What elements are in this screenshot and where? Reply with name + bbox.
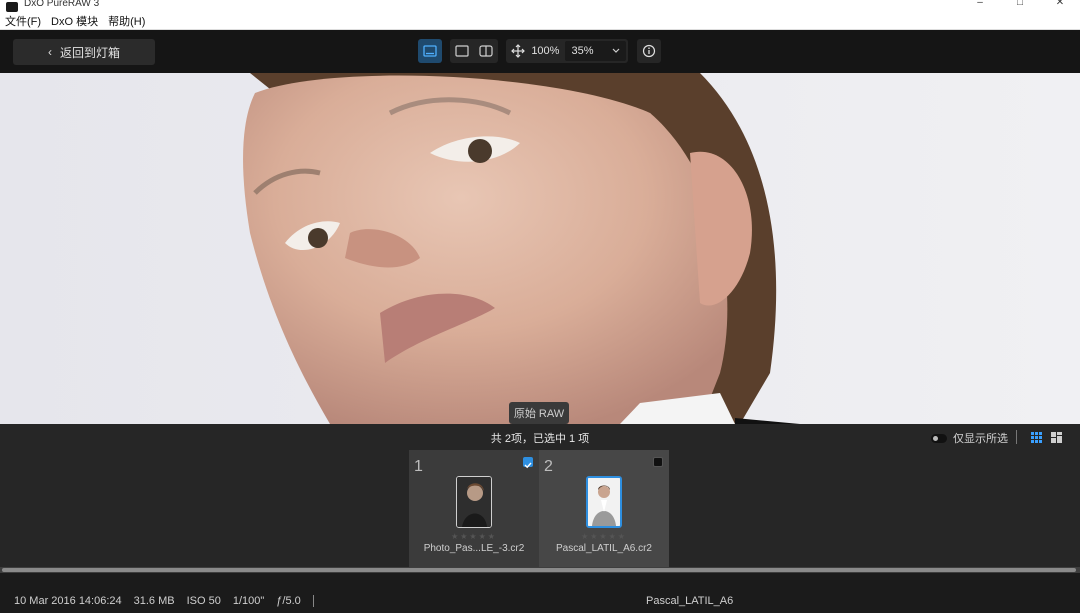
rating-stars[interactable]: ★★★★★ — [539, 532, 669, 541]
info-button[interactable] — [637, 39, 661, 63]
single-view-icon — [423, 45, 437, 57]
capture-date: 10 Mar 2016 14:06:24 — [14, 595, 122, 607]
back-to-lightbox-button[interactable]: ‹ 返回到灯箱 — [13, 39, 155, 65]
move-arrows-icon — [510, 44, 525, 58]
info-icon — [642, 44, 656, 58]
file-size: 31.6 MB — [133, 595, 175, 607]
thumbnail-1[interactable]: 1 ★★★★★ Photo_Pas...LE_-3.cr2 — [409, 450, 539, 567]
pan-button[interactable] — [506, 39, 529, 63]
close-button[interactable]: ✕ — [1040, 0, 1080, 14]
status-bar: 10 Mar 2016 14:06:24 31.6 MB ISO 50 1/10… — [0, 573, 1080, 613]
zoom-select[interactable]: 35% — [565, 41, 626, 61]
mosaic-view-icon[interactable] — [1051, 432, 1062, 443]
scrollbar-thumb[interactable] — [2, 568, 1076, 572]
thumbnail-image — [586, 476, 622, 528]
menu-bar: 文件(F) DxO 模块 帮助(H) — [0, 14, 1080, 30]
thumbnail-number: 2 — [544, 458, 553, 475]
image-metadata: 10 Mar 2016 14:06:24 31.6 MB ISO 50 1/10… — [14, 595, 314, 607]
thumbnail-number: 1 — [414, 458, 423, 475]
single-view-button[interactable] — [418, 39, 442, 63]
iso-value: ISO 50 — [186, 595, 221, 607]
full-view-button[interactable] — [450, 39, 474, 63]
divider — [312, 595, 314, 607]
window-title: DxO PureRAW 3 — [24, 0, 100, 9]
check-icon — [524, 462, 532, 469]
split-compare-icon — [479, 45, 493, 57]
menu-file[interactable]: 文件(F) — [0, 14, 46, 30]
thumbnail-image — [456, 476, 492, 528]
portrait-photo — [0, 73, 1080, 424]
app-icon — [6, 2, 18, 12]
selection-info: 共 2项，已选中 1 项 — [490, 433, 590, 445]
image-viewer[interactable] — [0, 73, 1080, 424]
rating-stars[interactable]: ★★★★★ — [409, 532, 539, 541]
compare-view-button[interactable] — [474, 39, 498, 63]
window-controls: – □ ✕ — [960, 0, 1080, 14]
original-raw-tag: 原始 RAW — [509, 402, 569, 424]
frame-icon — [455, 45, 469, 57]
menu-help[interactable]: 帮助(H) — [103, 14, 150, 30]
checkbox-checked[interactable] — [523, 457, 533, 469]
back-to-lightbox-label: 返回到灯箱 — [59, 45, 120, 60]
divider — [1016, 430, 1017, 444]
thumbnail-filename: Pascal_LATIL_A6.cr2 — [556, 543, 652, 554]
current-image-name: Pascal_LATIL_A6 — [646, 595, 734, 607]
zoom-value: 35% — [571, 45, 594, 57]
title-bar: DxO PureRAW 3 – □ ✕ — [0, 0, 1080, 14]
show-selected-label: 仅显示所选 — [953, 433, 1008, 445]
checkbox-unchecked[interactable] — [653, 457, 663, 467]
chevron-left-icon: ‹ — [47, 45, 52, 59]
minimize-button[interactable]: – — [960, 0, 1000, 14]
aperture-value: ƒ/5.0 — [276, 595, 301, 607]
show-selected-toggle[interactable]: 仅显示所选 — [931, 430, 1008, 446]
thumbnail-2[interactable]: 2 ★★★★★ Pascal_LATIL_A6.cr2 — [539, 450, 669, 567]
toolbar: ‹ 返回到灯箱 100% 35% — [0, 30, 1080, 73]
shutter-speed: 1/100" — [232, 595, 265, 607]
grid-view-icon[interactable] — [1031, 432, 1042, 443]
filmstrip: 共 2项，已选中 1 项 仅显示所选 1 ★★★★★ Photo_Pas...L… — [0, 424, 1080, 567]
menu-dxo-modules[interactable]: DxO 模块 — [46, 14, 103, 30]
zoom-100-button[interactable]: 100% — [531, 45, 559, 57]
thumbnail-filename: Photo_Pas...LE_-3.cr2 — [423, 543, 525, 554]
toggle-switch[interactable] — [931, 433, 947, 443]
maximize-button[interactable]: □ — [1000, 0, 1040, 14]
chevron-down-icon — [612, 48, 620, 53]
